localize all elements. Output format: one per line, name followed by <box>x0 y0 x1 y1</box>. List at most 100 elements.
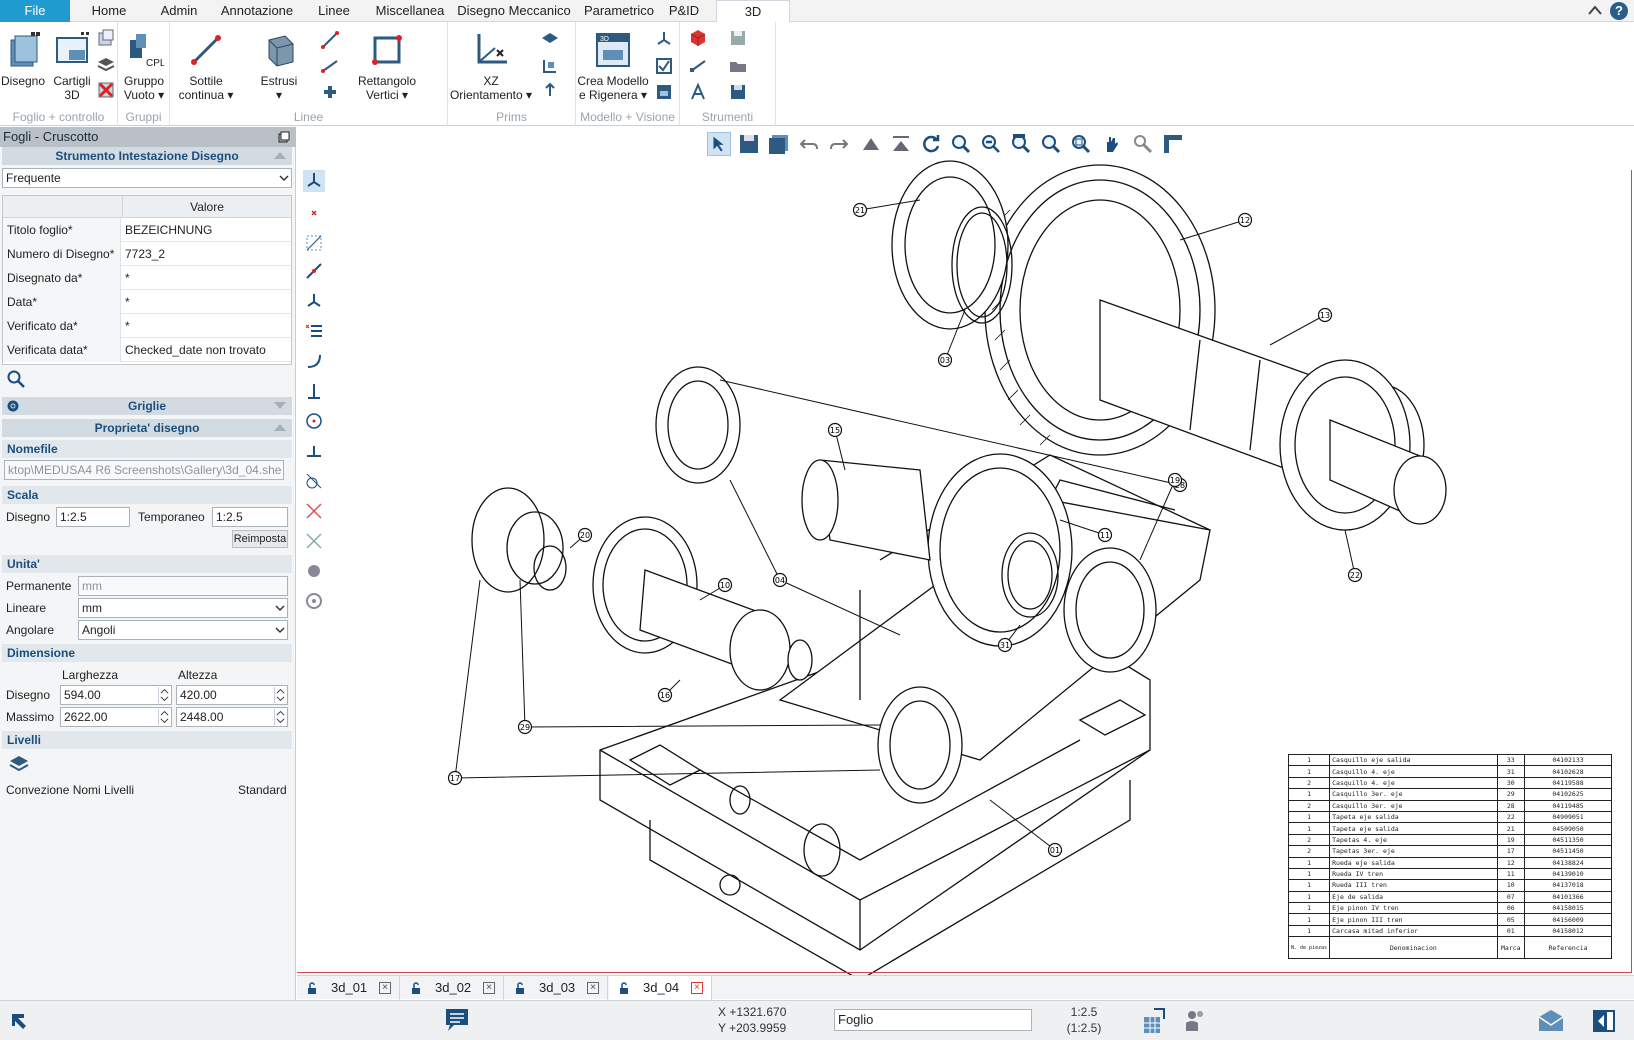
checkbox-icon[interactable] <box>654 56 674 76</box>
save-dxf-icon[interactable] <box>728 28 748 48</box>
bom-cell: 04139010 <box>1524 867 1612 881</box>
bom-header-cell: Referencia <box>1524 936 1612 960</box>
undock-icon[interactable] <box>278 131 290 143</box>
property-value[interactable]: Checked_date non trovato <box>125 338 266 362</box>
line-point-icon[interactable] <box>320 30 340 50</box>
panel-toggle-icon[interactable] <box>1590 1007 1618 1035</box>
plane-icon[interactable] <box>540 28 560 48</box>
dim-massimo-height-input[interactable]: 2448.00 <box>176 707 288 727</box>
tab-pid[interactable]: P&ID <box>662 0 706 22</box>
property-value[interactable]: * <box>125 314 130 338</box>
table-row[interactable]: Titolo foglio* BEZEICHNUNG <box>3 218 291 242</box>
spinner-icon[interactable] <box>158 709 170 725</box>
table-row[interactable]: Data* * <box>3 290 291 314</box>
dim-massimo-width-input[interactable]: 2622.00 <box>60 707 172 727</box>
close-icon[interactable]: × <box>691 982 703 994</box>
tab-3d[interactable]: 3D <box>716 0 790 23</box>
layers-icon[interactable] <box>8 753 30 775</box>
bom-cell: 21 <box>1496 822 1526 835</box>
disegno-button[interactable]: Disegno <box>0 30 46 88</box>
unlock-icon[interactable] <box>306 982 318 994</box>
axis-system-icon[interactable] <box>540 56 560 76</box>
close-icon[interactable]: × <box>587 982 599 994</box>
tab-admin[interactable]: Admin <box>150 0 208 22</box>
pointer-arrow-icon[interactable] <box>8 1010 30 1032</box>
cube-color-icon[interactable] <box>688 28 708 48</box>
section-griglie[interactable]: Griglie <box>2 397 292 415</box>
unlock-icon[interactable] <box>410 982 422 994</box>
table-row[interactable]: Numero di Disegno* 7723_2 <box>3 242 291 266</box>
property-value[interactable]: 7723_2 <box>125 242 165 266</box>
filter-select[interactable]: Frequente <box>2 168 292 188</box>
table-row[interactable]: Verificata data* Checked_date non trovato <box>3 338 291 362</box>
spinner-icon[interactable] <box>274 709 286 725</box>
table-row[interactable]: Disegnato da* * <box>3 266 291 290</box>
section-intestazione[interactable]: Strumento Intestazione Disegno <box>2 147 292 165</box>
close-icon[interactable]: × <box>379 982 391 994</box>
collapse-ribbon-icon[interactable] <box>1587 4 1603 19</box>
property-value[interactable]: * <box>125 266 130 290</box>
sheet-tab-3d-04[interactable]: 3d_04 × <box>609 976 712 1000</box>
message-icon[interactable] <box>444 1007 470 1035</box>
tab-disegno-meccanico[interactable]: Disegno Meccanico <box>452 0 576 22</box>
sheet-tab-3d-02[interactable]: 3d_02 × <box>401 976 504 1000</box>
xz-label-2: Orientamento <box>449 88 523 102</box>
layer-stack-icon[interactable] <box>96 54 116 74</box>
sheet-tab-3d-01[interactable]: 3d_01 × <box>297 976 400 1000</box>
property-value[interactable]: * <box>125 290 130 314</box>
bom-cell: 1 <box>1287 765 1331 778</box>
dim-disegno-width-input[interactable]: 594.00 <box>60 685 172 705</box>
table-row[interactable]: Verificato da* * <box>3 314 291 338</box>
column-header-valore: Valore <box>123 196 291 218</box>
spinner-icon[interactable] <box>158 687 170 703</box>
scale-icon[interactable] <box>688 56 708 76</box>
save-ascii-icon[interactable] <box>728 82 748 102</box>
angolare-select[interactable]: Angoli <box>78 620 288 640</box>
search-icon[interactable] <box>6 369 26 389</box>
estrusi-button[interactable]: Estrusi ▾ <box>250 30 308 102</box>
mail-inbox-icon[interactable] <box>1536 1007 1566 1035</box>
scala-temporaneo-input[interactable]: 1:2.5 <box>212 507 288 527</box>
cartigli-3d-button[interactable]: Cartigli 3D <box>46 30 98 102</box>
gear-icon[interactable] <box>6 399 20 413</box>
rettangolo-vertici-button[interactable]: Rettangolo Vertici ▾ <box>346 30 428 102</box>
crea-modello-button[interactable]: 3D Crea Modello e Rigenera ▾ <box>576 30 650 102</box>
xz-orientamento-button[interactable]: XZ Orientamento ▾ <box>448 30 534 102</box>
tab-home[interactable]: Home <box>78 0 140 22</box>
open-dxf-icon[interactable] <box>728 56 748 76</box>
pvd-icon[interactable] <box>540 82 560 102</box>
ribbon-tab-bar: File Home Admin Annotazione Linee Miscel… <box>0 0 1634 23</box>
sheet-copy-icon[interactable] <box>96 28 116 48</box>
view-axis-icon[interactable] <box>654 28 674 48</box>
text-font-icon[interactable] <box>688 82 708 102</box>
close-icon[interactable]: × <box>483 982 495 994</box>
reimposta-button[interactable]: Reimposta <box>232 530 288 548</box>
cross-line-icon[interactable] <box>320 82 340 102</box>
section-proprieta[interactable]: Proprieta' disegno <box>2 419 292 437</box>
unlock-icon[interactable] <box>514 982 526 994</box>
tab-linee[interactable]: Linee <box>306 0 362 22</box>
grid-calculator-icon[interactable] <box>1140 1007 1168 1035</box>
help-icon[interactable]: ? <box>1610 2 1628 20</box>
sheet-tab-3d-03[interactable]: 3d_03 × <box>505 976 608 1000</box>
bom-cell: Carcasa mitad inferior <box>1329 924 1498 938</box>
tab-miscellanea[interactable]: Miscellanea <box>370 0 450 22</box>
convenzione-value[interactable]: Standard <box>238 781 287 799</box>
tab-parametrico[interactable]: Parametrico <box>578 0 660 22</box>
mode-field[interactable]: Foglio <box>834 1009 1032 1031</box>
tab-annotazione[interactable]: Annotazione <box>214 0 300 22</box>
gruppo-vuoto-button[interactable]: CPL Gruppo Vuoto ▾ <box>120 30 168 102</box>
lineare-select[interactable]: mm <box>78 598 288 618</box>
users-icon[interactable] <box>1182 1007 1210 1035</box>
dim-disegno-height-input[interactable]: 420.00 <box>176 685 288 705</box>
spinner-icon[interactable] <box>274 687 286 703</box>
scale-display: 1:2.5 <box>1070 1005 1098 1019</box>
render-icon[interactable] <box>654 82 674 102</box>
tab-file[interactable]: File <box>0 0 70 22</box>
scala-disegno-input[interactable]: 1:2.5 <box>56 507 130 527</box>
property-value[interactable]: BEZEICHNUNG <box>125 218 212 242</box>
line-segment-icon[interactable] <box>320 56 340 76</box>
delete-sheet-icon[interactable] <box>96 80 116 100</box>
unlock-icon[interactable] <box>618 982 630 994</box>
sottile-continua-button[interactable]: Sottile continua ▾ <box>174 30 238 102</box>
